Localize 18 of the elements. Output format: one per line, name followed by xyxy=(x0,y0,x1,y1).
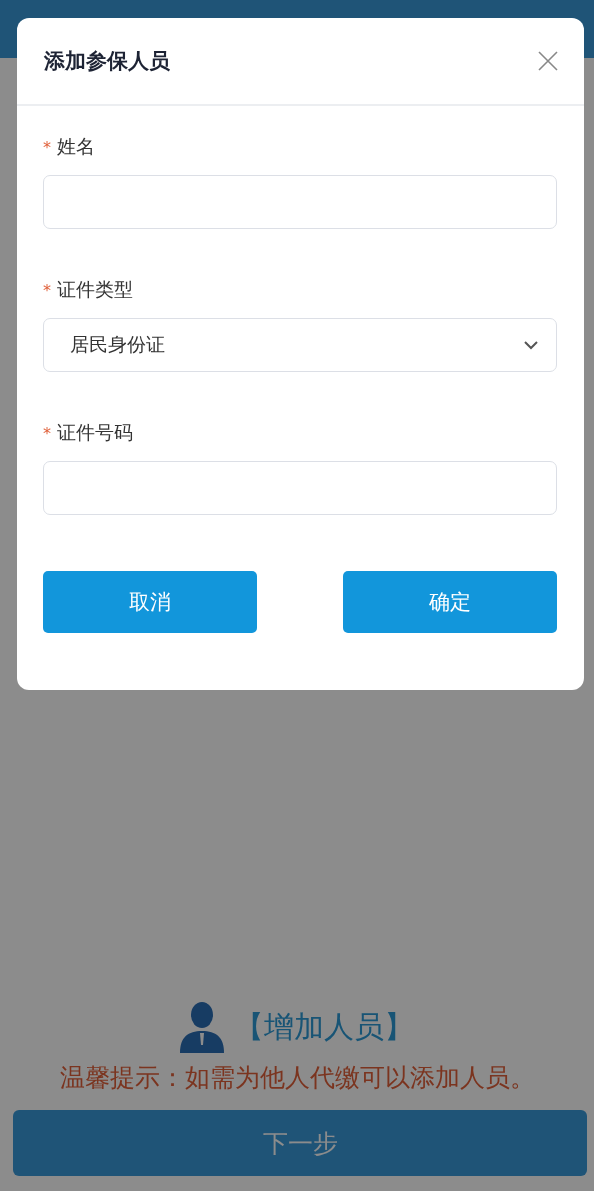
dialog-title: 添加参保人员 xyxy=(44,48,170,75)
select-field[interactable]: 居民身份证 xyxy=(43,318,557,372)
required-mark: * xyxy=(43,280,51,300)
close-icon[interactable] xyxy=(538,51,558,71)
confirm-button[interactable]: 确定 xyxy=(343,571,557,633)
tip-text: 温馨提示：如需为他人代缴可以添加人员。 xyxy=(58,1062,536,1094)
cancel-button[interactable]: 取消 xyxy=(43,571,257,633)
required-mark: * xyxy=(43,423,51,443)
person-icon[interactable] xyxy=(180,1001,224,1053)
next-button[interactable]: 下一步 xyxy=(13,1110,587,1176)
required-mark: * xyxy=(43,137,51,157)
field-label: 证件类型 xyxy=(57,277,133,302)
add-person-link[interactable]: 【增加人员】 xyxy=(234,1006,414,1048)
field-label: 姓名 xyxy=(57,134,95,159)
chevron-down-icon xyxy=(524,340,538,350)
field-label: 证件号码 xyxy=(57,420,133,445)
input-field[interactable] xyxy=(43,461,557,515)
input-field[interactable] xyxy=(43,175,557,229)
